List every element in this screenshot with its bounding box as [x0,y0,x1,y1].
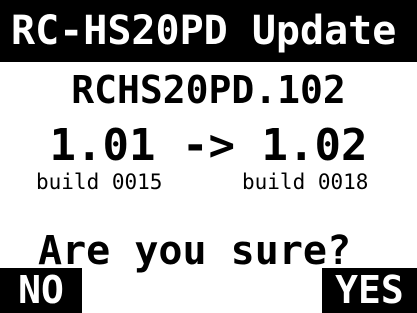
current-build: build 0015 [36,170,163,194]
yes-softkey[interactable]: YES [322,268,417,313]
no-softkey[interactable]: NO [0,268,82,313]
confirmation-prompt: Are you sure? [38,228,352,274]
screen-title: RC-HS20PD Update [11,8,397,54]
version-arrow: -> [182,120,235,171]
title-bar: RC-HS20PD Update [0,0,417,62]
device-screen: RC-HS20PD Update RCHS20PD.102 1.01 -> 1.… [0,0,417,313]
update-filename: RCHS20PD.102 [71,68,346,112]
new-version: 1.02 [261,120,368,171]
new-build: build 0018 [242,170,369,194]
version-change: 1.01 -> 1.02 [0,120,417,172]
current-version: 1.01 [49,120,156,171]
